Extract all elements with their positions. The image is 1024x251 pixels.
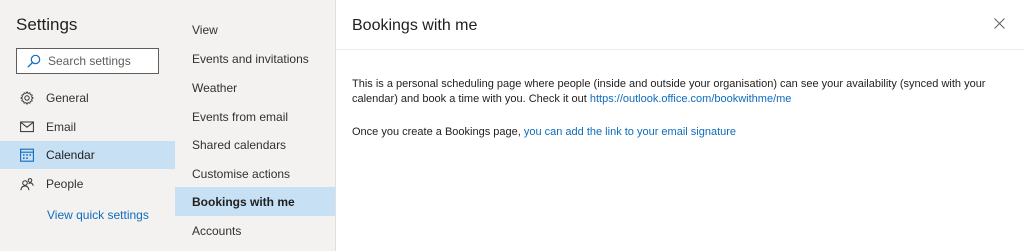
nav-item-label: Email (46, 120, 77, 134)
bookings-content-pane: Bookings with me This is a personal sche… (336, 0, 1024, 251)
calendar-icon (19, 147, 35, 163)
page-title: Bookings with me (352, 17, 478, 34)
search-input[interactable] (48, 54, 148, 68)
gear-icon (19, 90, 35, 106)
calendar-subnav-pane: View Events and invitations Weather Even… (175, 0, 336, 251)
nav-item-calendar[interactable]: Calendar (0, 141, 175, 169)
settings-window: Settings General (0, 0, 1024, 251)
close-button[interactable] (992, 16, 1006, 30)
search-box[interactable] (16, 48, 159, 74)
settings-title: Settings (16, 15, 78, 34)
settings-nav-pane: Settings General (0, 0, 175, 251)
bookwithme-link[interactable]: https://outlook.office.com/bookwithme/me (590, 93, 792, 105)
nav-item-general[interactable]: General (0, 84, 175, 112)
add-link-to-signature-link[interactable]: you can add the link to your email signa… (524, 126, 736, 138)
subnav-item-accounts[interactable]: Accounts (175, 216, 335, 245)
people-icon (19, 176, 35, 192)
subnav-item-bookings-with-me[interactable]: Bookings with me (175, 187, 335, 216)
signature-note: Once you create a Bookings page, you can… (352, 125, 1002, 140)
nav-item-email[interactable]: Email (0, 113, 175, 141)
header-divider (336, 49, 1024, 50)
nav-item-label: People (46, 177, 84, 191)
view-quick-settings-link[interactable]: View quick settings (47, 208, 149, 222)
nav-item-label: Calendar (46, 148, 95, 162)
subnav-item-events-from-email[interactable]: Events from email (175, 102, 335, 131)
subnav-item-customise-actions[interactable]: Customise actions (175, 159, 335, 188)
nav-item-people[interactable]: People (0, 170, 175, 198)
mail-icon (19, 119, 35, 135)
subnav-item-view[interactable]: View (175, 15, 335, 44)
subnav-item-shared-calendars[interactable]: Shared calendars (175, 130, 335, 159)
subnav-item-weather[interactable]: Weather (175, 73, 335, 102)
nav-item-label: General (46, 91, 89, 105)
signature-note-text: Once you create a Bookings page, (352, 126, 524, 138)
search-icon (27, 54, 41, 68)
bookings-description: This is a personal scheduling page where… (352, 77, 1002, 107)
close-icon (993, 17, 1005, 29)
subnav-item-events-and-invitations[interactable]: Events and invitations (175, 44, 335, 73)
